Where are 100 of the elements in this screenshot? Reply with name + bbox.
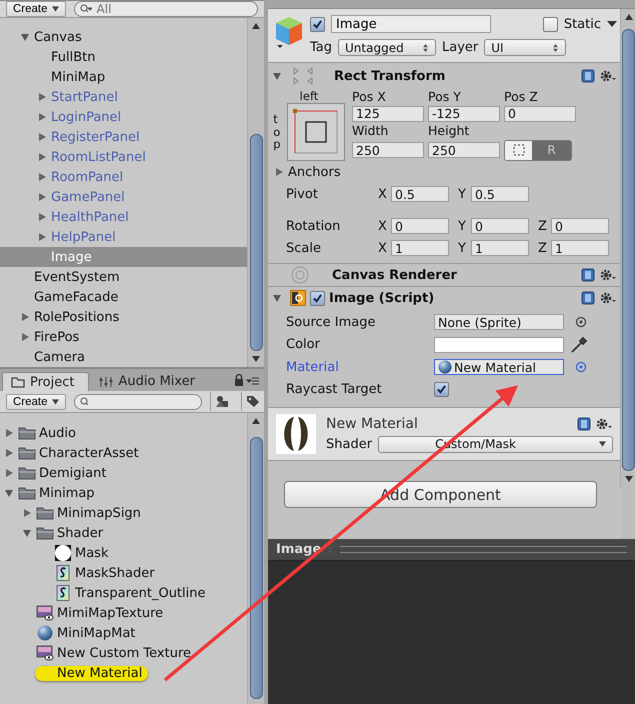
asset-name[interactable]: MaskShader [75,566,155,580]
object-picker-icon[interactable] [574,360,588,374]
preview-title-dropdown[interactable]: Image [276,542,322,557]
asset-name[interactable]: MimiMapTexture [57,606,164,620]
help-book-icon[interactable] [581,69,595,83]
collapsed-arrow-icon[interactable] [20,312,30,322]
object-name-field[interactable]: Image [331,15,491,33]
number-field[interactable]: 0 [551,218,609,234]
settings-icon[interactable] [595,416,613,430]
collapsed-arrow-icon[interactable] [37,112,47,122]
hierarchy-item[interactable]: LoginPanel [0,107,247,127]
create-dropdown[interactable]: Create [6,1,66,17]
hierarchy-item[interactable]: FirePos [0,327,247,347]
anchor-presets-icon[interactable] [286,103,345,161]
number-field[interactable]: 0 [391,218,449,234]
number-field[interactable]: 250 [428,142,500,158]
expanded-arrow-icon[interactable] [272,293,282,303]
hierarchy-item[interactable]: FullBtn [0,47,247,67]
collapsed-arrow-icon[interactable] [274,167,284,177]
number-field[interactable]: 250 [352,142,424,158]
number-field[interactable]: 1 [471,240,529,256]
scroll-down-icon[interactable] [252,355,260,363]
tag-icon[interactable] [246,395,260,408]
asset-name[interactable]: New Material [35,666,148,680]
collapsed-arrow-icon[interactable] [4,468,14,478]
asset-name[interactable]: Mask [75,546,108,560]
create-dropdown[interactable]: Create [6,394,66,410]
expanded-arrow-icon[interactable] [20,32,30,42]
hierarchy-item[interactable]: GamePanel [0,187,247,207]
asset-name[interactable]: Shader [57,526,104,540]
scroll-down-icon[interactable] [624,475,632,483]
expanded-arrow-icon[interactable] [272,71,282,81]
help-book-icon[interactable] [577,416,591,430]
collapsed-arrow-icon[interactable] [4,428,14,438]
hierarchy-item[interactable]: Camera [0,347,247,367]
asset-name[interactable]: New Custom Texture [57,646,192,660]
blueprint-mode-icon[interactable] [512,144,524,156]
scroll-up-icon[interactable] [252,417,260,425]
panel-tab[interactable]: Audio Mixer [91,372,210,391]
dropdown-arrow-icon[interactable] [607,20,617,28]
collapsed-arrow-icon[interactable] [37,92,47,102]
layer-dropdown[interactable]: UI [484,39,566,56]
number-field[interactable]: 1 [551,240,609,256]
expanded-arrow-icon[interactable] [4,488,14,498]
hierarchy-item[interactable]: Canvas [0,27,247,47]
static-checkbox[interactable] [542,16,558,32]
tag-dropdown[interactable]: Untagged [338,39,436,56]
help-book-icon[interactable] [581,268,595,282]
filter-by-type-icon[interactable] [215,395,229,408]
asset-name[interactable]: Audio [39,426,76,440]
search-field[interactable]: All [74,1,258,17]
object-picker-icon[interactable] [574,315,588,330]
collapsed-arrow-icon[interactable] [4,448,14,458]
asset-name[interactable]: Transparent_Outline [75,586,206,600]
collapsed-arrow-icon[interactable] [37,152,47,162]
scrollbar-thumb[interactable] [622,29,635,471]
number-field[interactable]: 0 [504,106,576,122]
settings-icon[interactable] [599,268,617,282]
panel-tab[interactable]: Project [2,372,90,391]
collapsed-arrow-icon[interactable] [37,192,47,202]
collapsed-arrow-icon[interactable] [37,172,47,182]
number-field[interactable]: 125 [352,106,424,122]
object-field[interactable]: New Material [434,359,564,376]
hierarchy-item[interactable]: EventSystem [0,267,247,287]
hierarchy-item[interactable]: GameFacade [0,287,247,307]
scrollbar-thumb[interactable] [250,437,262,699]
expanded-arrow-icon[interactable] [22,528,32,538]
foldout-label[interactable]: Anchors [288,164,341,180]
eyedropper-icon[interactable] [570,336,588,354]
collapsed-arrow-icon[interactable] [37,212,47,222]
asset-name[interactable]: MiniMapMat [57,626,136,640]
lock-icon[interactable] [234,374,260,386]
hierarchy-item[interactable]: RolePositions [0,307,247,327]
collapsed-arrow-icon[interactable] [37,232,47,242]
hierarchy-item[interactable]: HealthPanel [0,207,247,227]
hierarchy-item[interactable]: RegisterPanel [0,127,247,147]
collapsed-arrow-icon[interactable] [22,508,32,518]
hierarchy-item[interactable]: HelpPanel [0,227,247,247]
asset-name[interactable]: CharacterAsset [39,446,139,460]
raycast-checkbox[interactable] [434,382,449,398]
hierarchy-item[interactable]: MiniMap [0,67,247,87]
hierarchy-item[interactable]: RoomListPanel [0,147,247,167]
help-book-icon[interactable] [581,291,595,305]
collapsed-arrow-icon[interactable] [37,132,47,142]
hierarchy-item[interactable]: RoomPanel [0,167,247,187]
scrollbar-thumb[interactable] [250,134,262,351]
resize-grip[interactable] [340,546,627,553]
search-field[interactable] [74,394,202,410]
number-field[interactable]: 0 [471,218,529,234]
scroll-up-icon[interactable] [252,22,260,30]
number-field[interactable]: 0.5 [391,186,449,202]
settings-icon[interactable] [599,69,617,83]
scroll-up-icon[interactable] [624,13,632,21]
number-field[interactable]: -125 [428,106,500,122]
settings-icon[interactable] [599,291,617,305]
collapsed-arrow-icon[interactable] [20,332,30,342]
color-field[interactable] [434,336,564,353]
asset-name[interactable]: Demigiant [39,466,106,480]
asset-name[interactable]: MinimapSign [57,506,141,520]
hierarchy-item[interactable]: StartPanel [0,87,247,107]
